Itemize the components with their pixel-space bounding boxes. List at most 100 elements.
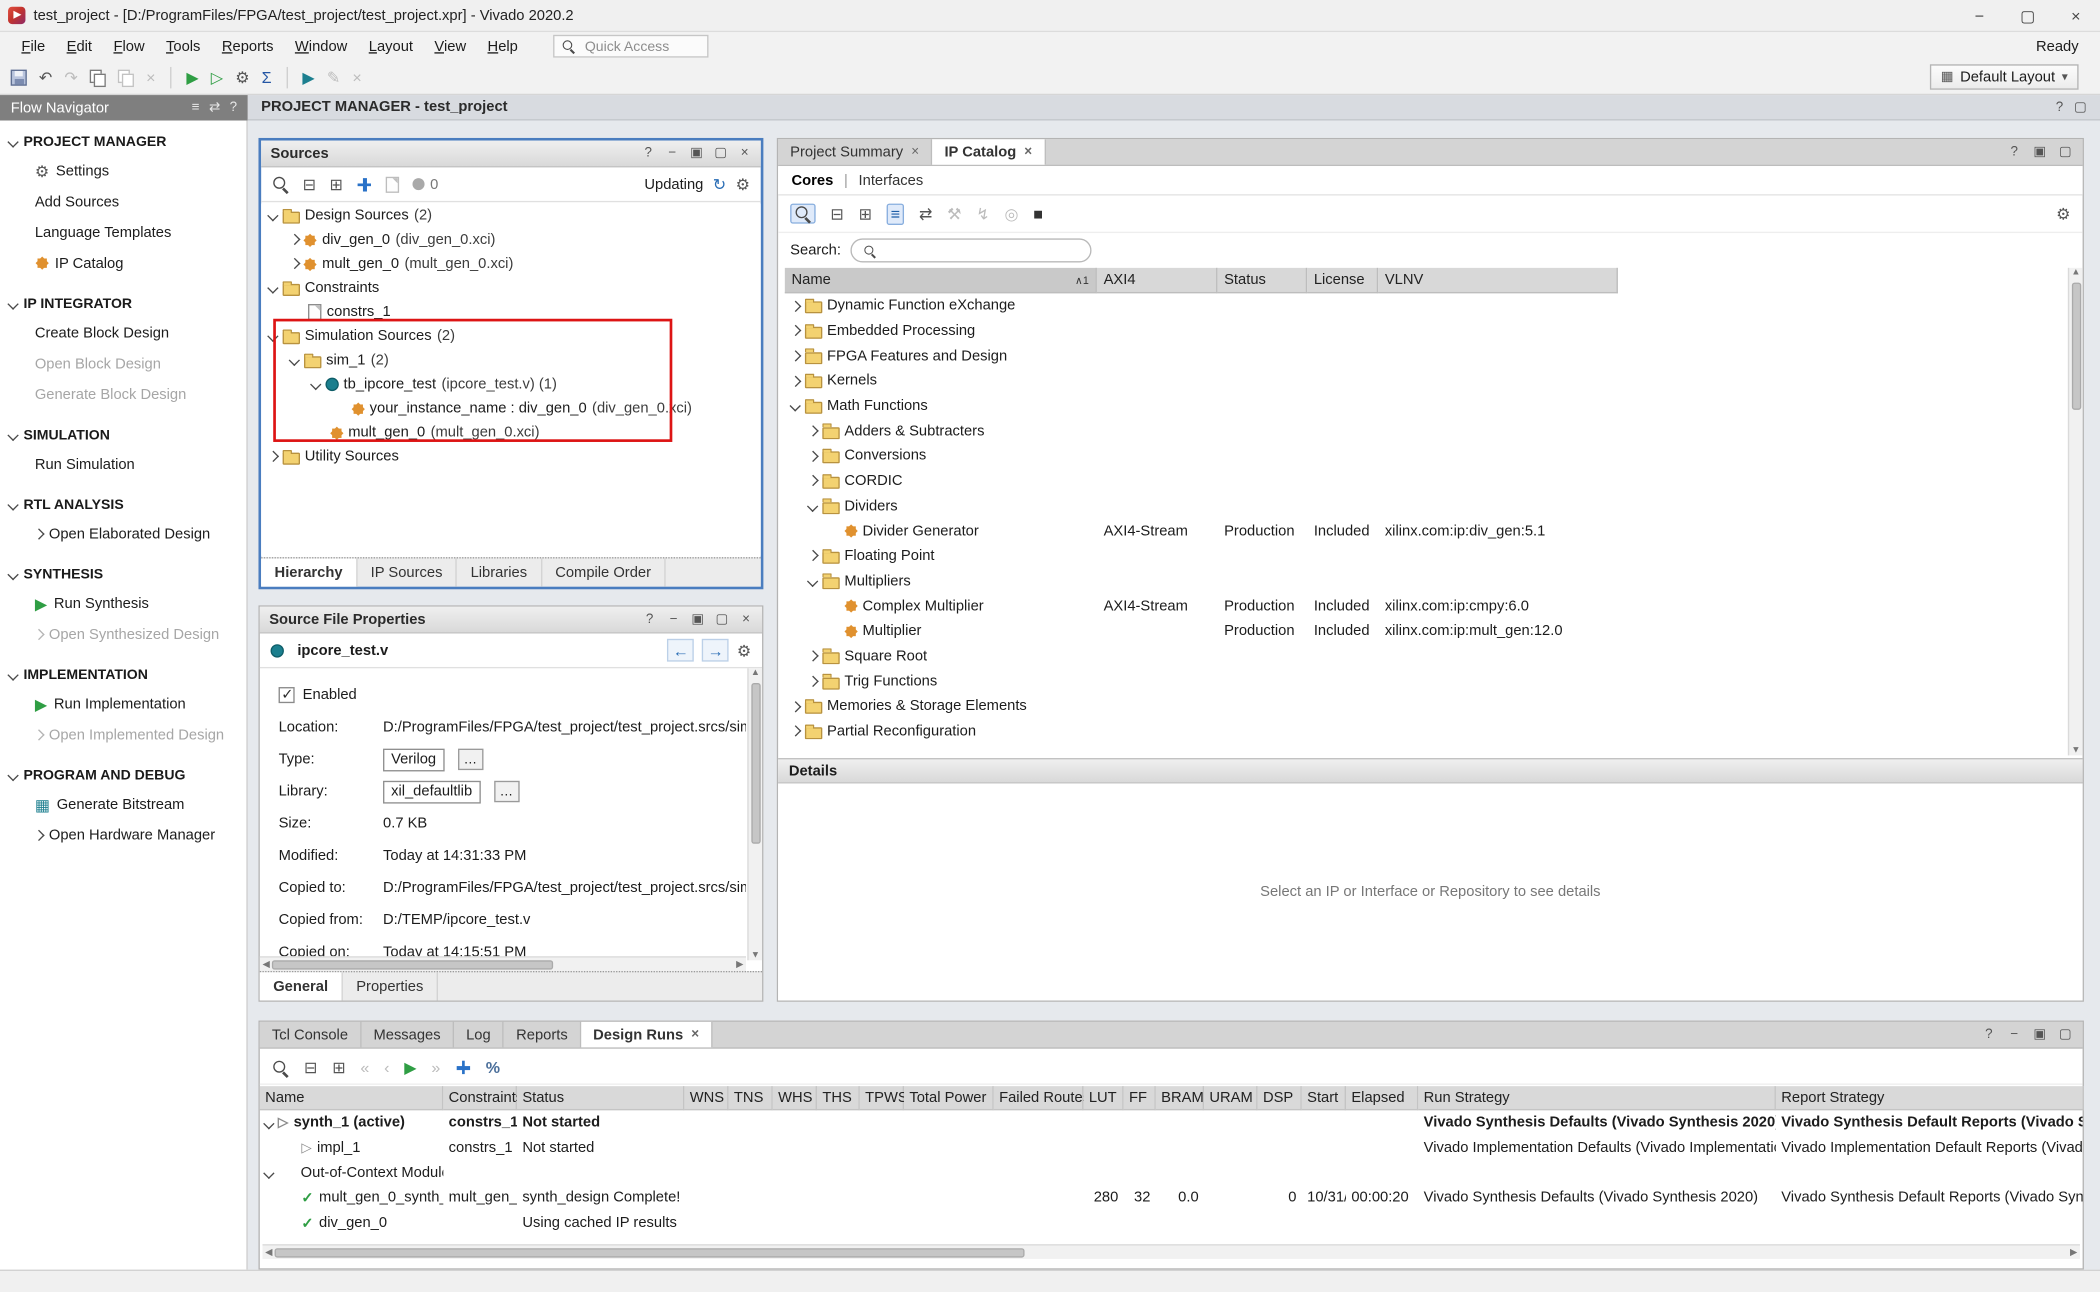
copy-icon[interactable] [90, 69, 106, 85]
panel-float-icon[interactable]: ▣ [691, 612, 704, 627]
column-header-status[interactable]: Status [1217, 268, 1307, 293]
menu-window[interactable]: Window [284, 35, 358, 56]
column-header-dsp[interactable]: DSP [1258, 1086, 1302, 1110]
menu-view[interactable]: View [424, 35, 477, 56]
add-sources-icon[interactable] [356, 176, 372, 192]
tree-item-sim-1[interactable]: sim_1(2) [261, 348, 761, 372]
target-icon[interactable]: ◎ [1005, 204, 1019, 223]
panel-float-icon[interactable]: ▣ [690, 146, 703, 161]
expand-all-icon[interactable]: ⊞ [330, 175, 343, 194]
column-header-license[interactable]: License [1307, 268, 1378, 293]
chevron-down-icon[interactable] [289, 355, 299, 365]
vertical-scrollbar[interactable]: ▲ ▼ [2068, 268, 2083, 756]
ip-catalog-row-cordic[interactable]: CORDIC [785, 468, 2067, 493]
chevron-right-icon[interactable] [807, 451, 817, 461]
ip-catalog-row-embedded-processing[interactable]: Embedded Processing [785, 318, 2067, 343]
sidebar-item-generate-bitstream[interactable]: ▦Generate Bitstream [0, 789, 246, 820]
ip-catalog-row-partial-reconfiguration[interactable]: Partial Reconfiguration [785, 719, 2067, 744]
column-header-uram[interactable]: URAM [1204, 1086, 1258, 1110]
sources-tab-ip-sources[interactable]: IP Sources [357, 558, 457, 586]
step-back-icon[interactable]: ‹ [384, 1058, 389, 1077]
chevron-right-icon[interactable] [33, 729, 43, 739]
design-run-row-out-of-context-module-runs[interactable]: Out-of-Context Module Runs [260, 1160, 2083, 1185]
fn-section-header-implementation[interactable]: IMPLEMENTATION [0, 662, 246, 689]
chevron-down-icon[interactable] [8, 137, 18, 147]
search-icon[interactable] [272, 1059, 289, 1076]
ip-catalog-row-trig-functions[interactable]: Trig Functions [785, 669, 2067, 694]
properties-tab-general[interactable]: General [260, 972, 343, 1000]
column-header-ths[interactable]: THS [817, 1086, 860, 1110]
panel-help-icon[interactable]: ? [1982, 1027, 1995, 1042]
fn-section-header-simulation[interactable]: SIMULATION [0, 422, 246, 449]
column-header-report-strategy[interactable]: Report Strategy [1776, 1086, 2084, 1110]
column-header-tpws[interactable]: TPWS [860, 1086, 904, 1110]
chevron-down-icon[interactable] [8, 299, 18, 309]
horizontal-scrollbar[interactable]: ◀ ▶ [260, 956, 746, 971]
chevron-down-icon[interactable] [807, 576, 817, 586]
menu-layout[interactable]: Layout [358, 35, 424, 56]
tree-item-your-instance-name-div-gen-0[interactable]: your_instance_name : div_gen_0(div_gen_0… [261, 396, 761, 420]
refresh-icon[interactable]: ↻ [713, 175, 726, 194]
close-icon[interactable]: × [1024, 145, 1032, 160]
ip-catalog-row-square-root[interactable]: Square Root [785, 644, 2067, 669]
chevron-right-icon[interactable] [790, 701, 800, 711]
tree-item-mult-gen-0[interactable]: mult_gen_0(mult_gen_0.xci) [261, 421, 761, 445]
panel-minimize-icon[interactable]: − [667, 612, 680, 627]
skip-to-start-icon[interactable]: « [360, 1058, 369, 1077]
menu-flow[interactable]: Flow [103, 35, 156, 56]
scroll-left-icon[interactable]: ◀ [263, 959, 270, 970]
vertical-scrollbar[interactable]: ▲ ▼ [747, 668, 762, 960]
scrollbar-thumb[interactable] [751, 683, 760, 844]
column-header-run-strategy[interactable]: Run Strategy [1418, 1086, 1776, 1110]
fn-section-header-ip-integrator[interactable]: IP INTEGRATOR [0, 291, 246, 318]
bottom-tab-reports[interactable]: Reports [504, 1022, 581, 1047]
chevron-down-icon[interactable] [311, 379, 321, 389]
bottom-tab-tcl-console[interactable]: Tcl Console [260, 1022, 362, 1047]
bottom-tab-messages[interactable]: Messages [361, 1022, 454, 1047]
property-library-field[interactable]: xil_defaultlib [383, 780, 480, 803]
menu-reports[interactable]: Reports [211, 35, 284, 56]
quick-access-search[interactable] [553, 35, 708, 58]
scroll-left-icon[interactable]: ◀ [265, 1247, 272, 1258]
save-icon[interactable] [11, 69, 27, 85]
collapse-all-icon[interactable]: ⊟ [830, 204, 843, 223]
chevron-down-icon[interactable] [8, 500, 18, 510]
document-tab-ip-catalog[interactable]: IP Catalog× [932, 139, 1045, 164]
run-icon[interactable]: ▶ [404, 1058, 416, 1077]
chevron-right-icon[interactable] [289, 259, 299, 269]
column-header-bram[interactable]: BRAM [1156, 1086, 1204, 1110]
tree-item-constrs-1[interactable]: constrs_1 [261, 300, 761, 324]
panel-float-icon[interactable]: ▣ [2033, 145, 2046, 160]
column-header-vlnv[interactable]: VLNV [1378, 268, 1618, 293]
quick-access-input[interactable] [582, 37, 697, 56]
sidebar-item-generate-block-design[interactable]: Generate Block Design [0, 379, 246, 410]
tree-item-design-sources[interactable]: Design Sources(2) [261, 204, 761, 228]
expand-all-icon[interactable]: ⊞ [859, 204, 872, 223]
column-header-wns[interactable]: WNS [684, 1086, 728, 1110]
tree-item-simulation-sources[interactable]: Simulation Sources(2) [261, 324, 761, 348]
undo-icon[interactable]: ↶ [39, 68, 52, 87]
scrollbar-thumb[interactable] [275, 1248, 1025, 1257]
ellipsis-button[interactable]: … [458, 749, 483, 770]
close-icon[interactable]: × [911, 145, 919, 160]
step-forward-icon[interactable]: » [431, 1058, 440, 1077]
ip-catalog-row-math-functions[interactable]: Math Functions [785, 393, 2067, 418]
sources-tab-libraries[interactable]: Libraries [457, 558, 542, 586]
panel-maximize-icon[interactable]: ▢ [715, 612, 728, 627]
sidebar-item-create-block-design[interactable]: Create Block Design [0, 317, 246, 348]
chevron-down-icon[interactable] [264, 1168, 274, 1178]
ip-catalog-row-dividers[interactable]: Dividers [785, 494, 2067, 519]
sidebar-item-language-templates[interactable]: Language Templates [0, 217, 246, 248]
window-minimize-button[interactable]: − [1955, 0, 2003, 31]
window-maximize-button[interactable]: ▢ [2004, 0, 2052, 31]
chevron-down-icon[interactable] [790, 401, 800, 411]
sidebar-item-settings[interactable]: ⚙Settings [0, 155, 246, 186]
fn-section-header-synthesis[interactable]: SYNTHESIS [0, 561, 246, 588]
chevron-right-icon[interactable] [807, 676, 817, 686]
sidebar-item-run-implementation[interactable]: ▶Run Implementation [0, 688, 246, 719]
chevron-right-icon[interactable] [790, 326, 800, 336]
maximize-icon[interactable]: ▢ [2074, 100, 2087, 115]
column-header-tns[interactable]: TNS [729, 1086, 773, 1110]
design-run-row-div-gen-0[interactable]: ✓div_gen_0Using cached IP results [260, 1210, 2083, 1235]
chevron-down-icon[interactable] [264, 1118, 274, 1128]
